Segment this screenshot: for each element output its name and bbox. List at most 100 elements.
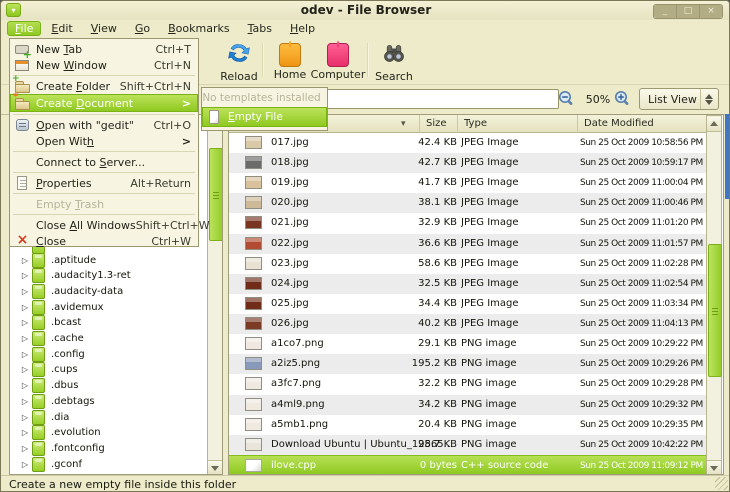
expander-icon[interactable]: ▷ — [18, 460, 32, 469]
search-button[interactable]: Search — [369, 41, 419, 81]
tree-item-audacity1-3-ret[interactable]: ▷.audacity1.3-ret — [10, 268, 131, 283]
tree-item-fontconfig[interactable]: ▷.fontconfig — [10, 441, 105, 456]
tree-item-evolution[interactable]: ▷.evolution — [10, 425, 101, 440]
tree-item-bcast[interactable]: ▷.bcast — [10, 315, 81, 330]
tree-item-cache[interactable]: ▷.cache — [10, 331, 84, 346]
titlebar[interactable]: ▾ odev - File Browser _ □ × — [1, 1, 730, 20]
image-thumbnail — [245, 337, 262, 350]
file-row-a4ml9-png[interactable]: a4ml9.png34.2 KBPNG imageSun 25 Oct 2009… — [229, 395, 707, 415]
file-row-026-jpg[interactable]: 026.jpg40.2 KBJPEG ImageSun 25 Oct 2009 … — [229, 314, 707, 334]
submenu-arrow-icon: > — [182, 97, 197, 110]
computer-label: Computer — [311, 68, 366, 81]
minimize-icon[interactable]: _ — [654, 5, 676, 18]
combo-spinner[interactable] — [700, 89, 718, 109]
menu-item-close[interactable]: CloseCtrl+W — [11, 233, 197, 249]
file-row-a2iz5-png[interactable]: a2iz5.png195.2 KBPNG imageSun 25 Oct 200… — [229, 354, 707, 374]
tree-item-cups[interactable]: ▷.cups — [10, 362, 78, 377]
expander-icon[interactable]: ▷ — [18, 444, 32, 453]
file-browser-window: ▾ odev - File Browser _ □ × FileEditView… — [0, 0, 730, 492]
expander-icon[interactable]: ▷ — [18, 413, 32, 422]
file-row-024-jpg[interactable]: 024.jpg32.5 KBJPEG ImageSun 25 Oct 2009 … — [229, 274, 707, 294]
column-header-type[interactable]: Type — [458, 115, 578, 133]
tree-item-avidemux[interactable]: ▷.avidemux — [10, 300, 104, 315]
tree-item-config[interactable]: ▷.config — [10, 347, 85, 362]
menubar-item-go[interactable]: Go — [127, 21, 158, 36]
zoom-in-icon[interactable] — [613, 89, 633, 109]
file-row-022-jpg[interactable]: 022.jpg36.6 KBJPEG ImageSun 25 Oct 2009 … — [229, 234, 707, 254]
menu-item-empty-file[interactable]: Empty File — [202, 107, 327, 127]
menu-item-open-with-gedit[interactable]: Open with "gedit"Ctrl+O — [11, 117, 197, 133]
menubar-item-help[interactable]: Help — [282, 21, 323, 36]
expander-icon[interactable]: ▷ — [18, 271, 32, 280]
tree-item-debtags[interactable]: ▷.debtags — [10, 394, 95, 409]
menubar-item-bookmarks[interactable]: Bookmarks — [160, 21, 237, 36]
file-row-a3fc7-png[interactable]: a3fc7.png32.2 KBPNG imageSun 25 Oct 2009… — [229, 374, 707, 394]
expander-icon[interactable]: ▷ — [18, 350, 32, 359]
menubar-item-tabs[interactable]: Tabs — [240, 21, 280, 36]
expander-icon[interactable]: ▷ — [18, 428, 32, 437]
expander-icon[interactable]: ▷ — [18, 365, 32, 374]
file-row-020-jpg[interactable]: 020.jpg38.1 KBJPEG ImageSun 25 Oct 2009 … — [229, 193, 707, 213]
list-scrollbar[interactable] — [706, 115, 722, 474]
tree-item-dbus[interactable]: ▷.dbus — [10, 378, 78, 393]
file-type: JPEG Image — [461, 133, 519, 153]
file-row-025-jpg[interactable]: 025.jpg34.4 KBJPEG ImageSun 25 Oct 2009 … — [229, 294, 707, 314]
scroll-down-icon[interactable] — [208, 460, 222, 475]
expander-icon[interactable]: ▷ — [18, 287, 32, 296]
file-date: Sun 25 Oct 2009 11:01:20 PM EET — [580, 213, 707, 233]
file-name: a3fc7.png — [271, 374, 321, 394]
tree-item-dia[interactable]: ▷.dia — [10, 410, 69, 425]
column-header-date[interactable]: Date Modified — [578, 115, 707, 133]
tree-item-audacity-data[interactable]: ▷.audacity-data — [10, 284, 123, 299]
maximize-icon[interactable]: □ — [676, 5, 699, 18]
expander-icon[interactable]: ▷ — [18, 256, 32, 265]
file-size: 32.9 KB — [409, 213, 457, 233]
expander-icon[interactable]: ▷ — [18, 381, 32, 390]
file-row-a1co7-png[interactable]: a1co7.png29.1 KBPNG imageSun 25 Oct 2009… — [229, 334, 707, 354]
reload-button[interactable]: Reload — [214, 41, 264, 81]
image-thumbnail — [245, 216, 262, 229]
menubar-item-edit[interactable]: Edit — [43, 21, 80, 36]
file-row-023-jpg[interactable]: 023.jpg58.6 KBJPEG ImageSun 25 Oct 2009 … — [229, 254, 707, 274]
menu-item-new-window[interactable]: New WindowCtrl+N — [11, 57, 197, 73]
file-row-017-jpg[interactable]: 017.jpg42.4 KBJPEG ImageSun 25 Oct 2009 … — [229, 133, 707, 153]
menubar-item-file[interactable]: File — [7, 21, 41, 36]
expander-icon[interactable]: ▷ — [18, 318, 32, 327]
view-mode-select[interactable]: List View — [639, 88, 719, 110]
tree-item-gconf[interactable]: ▷.gconf — [10, 457, 82, 472]
file-row-ilove-cpp[interactable]: ilove.cpp0 bytesC++ source codeSun 25 Oc… — [229, 455, 707, 475]
menu-item-close-all-windows[interactable]: Close All WindowsShift+Ctrl+W — [11, 217, 197, 233]
file-row-021-jpg[interactable]: 021.jpg32.9 KBJPEG ImageSun 25 Oct 2009 … — [229, 213, 707, 233]
resize-grip-icon[interactable] — [715, 477, 728, 490]
file-row-019-jpg[interactable]: 019.jpg41.7 KBJPEG ImageSun 25 Oct 2009 … — [229, 173, 707, 193]
menu-item-label: Empty File — [228, 111, 320, 123]
tree-item-aptitude[interactable]: ▷.aptitude — [10, 253, 96, 268]
window-controls: _ □ × — [653, 4, 723, 19]
expander-icon[interactable]: ▷ — [18, 303, 32, 312]
home-button[interactable]: Home — [267, 41, 313, 81]
file-row-download-ubuntu-ubuntu-12565[interactable]: Download Ubuntu | Ubuntu_12565...98.7 KB… — [229, 435, 707, 455]
list-scrollbar-thumb[interactable] — [708, 244, 722, 377]
menu-item-connect-to-server[interactable]: Connect to Server... — [11, 154, 197, 170]
menu-item-create-folder[interactable]: +Create FolderShift+Ctrl+N — [11, 78, 197, 94]
menubar: FileEditViewGoBookmarksTabsHelp — [1, 20, 730, 37]
column-header-size[interactable]: Size — [420, 115, 458, 133]
menubar-item-view[interactable]: View — [83, 21, 125, 36]
file-row-018-jpg[interactable]: 018.jpg42.7 KBJPEG ImageSun 25 Oct 2009 … — [229, 153, 707, 173]
zoom-out-icon[interactable] — [557, 89, 577, 109]
file-date: Sun 25 Oct 2009 11:09:12 PM EET — [580, 456, 707, 475]
expander-icon[interactable]: ▷ — [18, 334, 32, 343]
computer-button[interactable]: Computer — [311, 41, 365, 81]
close-icon[interactable]: × — [699, 5, 722, 18]
expander-icon[interactable]: ▷ — [18, 397, 32, 406]
file-date: Sun 25 Oct 2009 11:00:46 PM EET — [580, 193, 707, 213]
menu-item-properties[interactable]: PropertiesAlt+Return — [11, 175, 197, 191]
sidebar-scrollbar[interactable] — [207, 115, 223, 474]
menu-item-new-tab[interactable]: New TabCtrl+T — [11, 41, 197, 57]
menu-item-create-document[interactable]: ✶Create Document> — [10, 94, 198, 112]
file-row-a5mb1-png[interactable]: a5mb1.png20.4 KBPNG imageSun 25 Oct 2009… — [229, 415, 707, 435]
scroll-down-icon[interactable] — [707, 460, 721, 475]
file-type: JPEG Image — [461, 213, 519, 233]
menu-item-open-with[interactable]: Open With> — [11, 133, 197, 149]
scroll-up-icon[interactable] — [707, 117, 721, 132]
